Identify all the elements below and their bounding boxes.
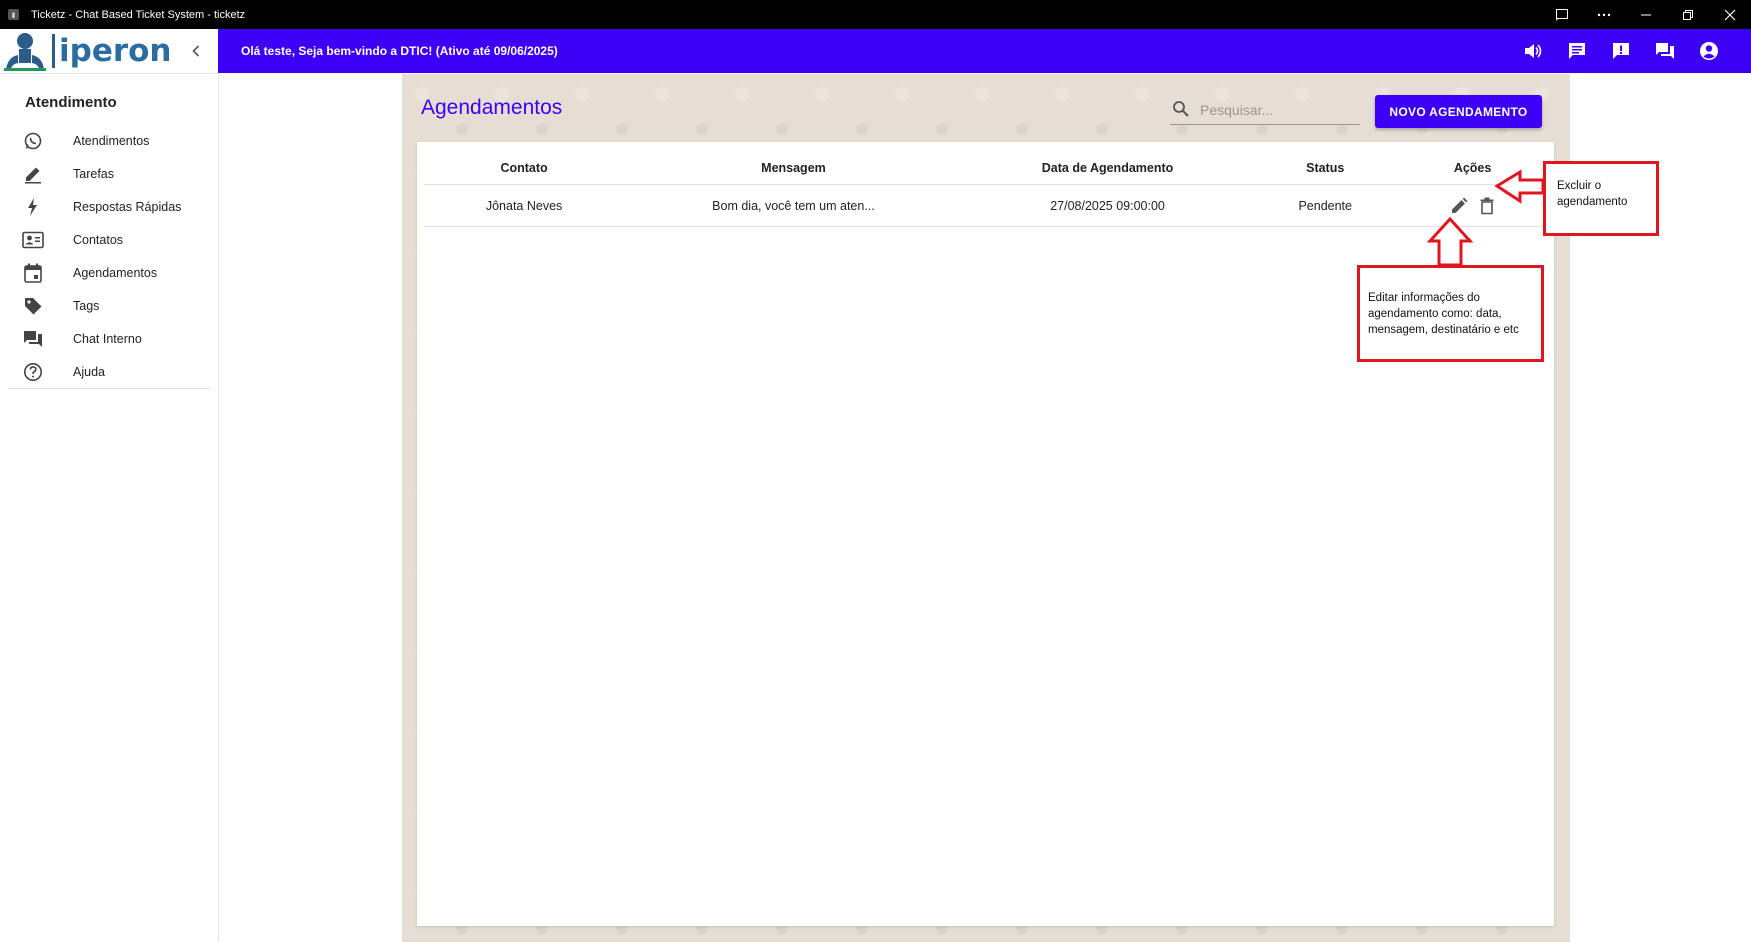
arrow-left-icon [1494, 169, 1545, 204]
annotation-arrows [1426, 169, 1545, 267]
annotation-text: agendamento como: data, [1368, 308, 1502, 320]
edit-annotation: Editar informações do agendamento como: … [1357, 265, 1544, 362]
delete-annotation: Excluir o agendamento [1543, 161, 1659, 236]
annotation-text: Excluir o [1557, 180, 1602, 192]
annotation-text: agendamento [1557, 196, 1628, 208]
annotation-text: mensagem, destinatário e etc [1368, 324, 1519, 336]
annotation-text: Editar informações do [1368, 292, 1480, 304]
arrow-up-icon [1426, 216, 1474, 267]
